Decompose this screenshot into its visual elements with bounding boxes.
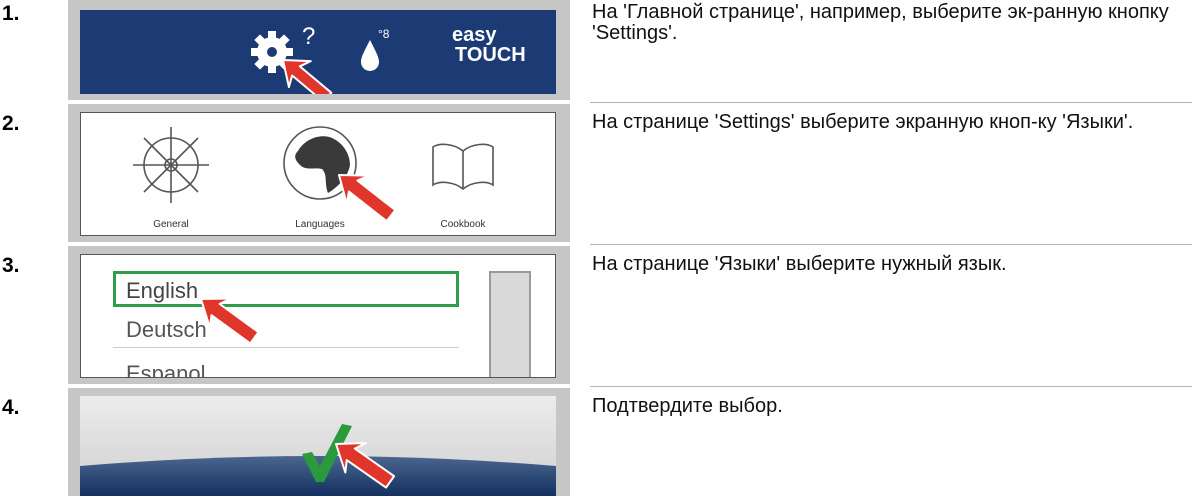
confirm-screen: [80, 396, 556, 496]
step-description: На странице 'Settings' выберите экранную…: [592, 111, 1134, 133]
svg-text:°8: °8: [378, 27, 390, 41]
settings-screen: General Languages Cookbook: [80, 112, 556, 236]
settings-item-general[interactable]: General: [131, 219, 211, 230]
step-description: Подтвердите выбор.: [592, 395, 783, 417]
divider: [590, 244, 1192, 245]
screenshot-frame: ? °8 easy TOUCH: [68, 0, 570, 100]
step-number: 1.: [2, 2, 20, 25]
book-icon: [432, 143, 494, 191]
arrow-overlay: [200, 297, 260, 345]
screenshot-frame: General Languages Cookbook: [68, 104, 570, 242]
brand-logo-top: easy: [452, 24, 497, 46]
brand-logo-bottom: TOUCH: [455, 44, 526, 66]
settings-item-cookbook[interactable]: Cookbook: [423, 219, 503, 230]
screenshot-frame: English Deutsch Espanol: [68, 246, 570, 384]
step-row-4: 4. Подтвердите выбор.: [0, 388, 1192, 496]
water-drop-icon: [361, 40, 379, 71]
pointer-arrow-icon: [200, 297, 260, 345]
step-number: 4.: [2, 396, 20, 419]
step-row-3: 3. English Deutsch Espanol На странице '…: [0, 246, 1192, 384]
home-screen-banner: ? °8 easy TOUCH: [80, 10, 556, 94]
languages-screen: English Deutsch Espanol: [80, 254, 556, 378]
divider: [590, 386, 1192, 387]
divider: [590, 102, 1192, 103]
confirm-graphic: [80, 396, 556, 496]
help-question-icon: ?: [302, 23, 315, 50]
step-row-2: 2. General Languages Cookbook На страниц…: [0, 104, 1192, 242]
step-number: 2.: [2, 112, 20, 135]
settings-icons: [133, 126, 494, 223]
screenshot-frame: [68, 388, 570, 496]
step-description: На странице 'Языки' выберите нужный язык…: [592, 253, 1007, 275]
step-row-1: 1. ? °8 easy TOUCH На 'Главной странице'…: [0, 0, 1192, 100]
step-number: 3.: [2, 254, 20, 277]
settings-item-languages[interactable]: Languages: [277, 219, 363, 230]
step-description: На 'Главной странице', например, выберит…: [592, 1, 1169, 44]
ship-wheel-icon: [133, 127, 209, 203]
